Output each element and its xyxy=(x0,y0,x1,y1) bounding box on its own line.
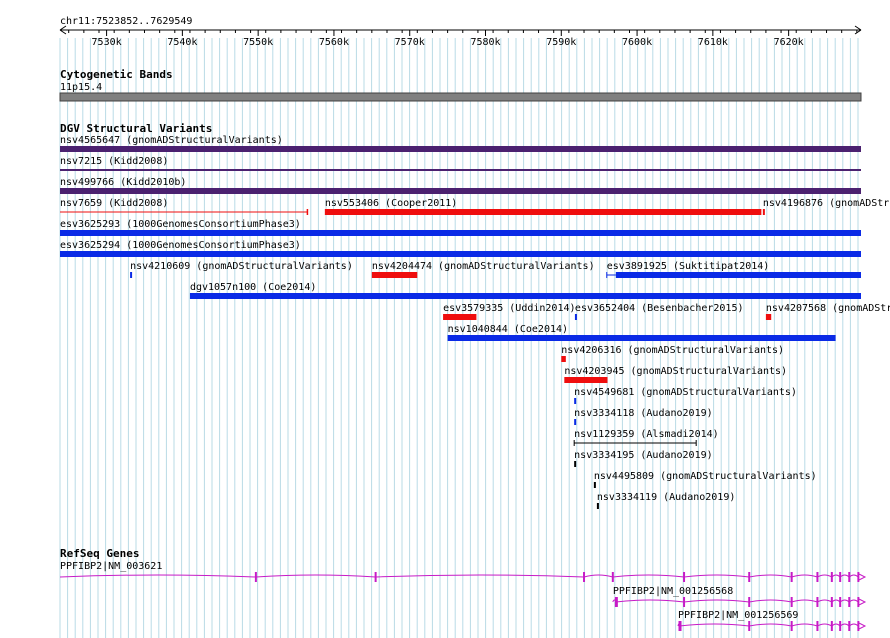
exon xyxy=(839,621,842,631)
dgv-variant-label: nsv4495809 (gnomADStructuralVariants) xyxy=(594,471,817,482)
exon xyxy=(583,572,586,582)
refseq-track-title: RefSeq Genes xyxy=(60,547,139,560)
ruler-location: chr11:7523852..7629549 xyxy=(60,16,192,27)
exon xyxy=(848,597,851,607)
exon xyxy=(790,572,793,582)
exon xyxy=(790,597,793,607)
ruler-tick-label: 7530k xyxy=(92,37,122,48)
refseq-transcript-label: PPFIBP2|NM_001256568 xyxy=(613,586,733,597)
exon xyxy=(254,572,257,582)
dgv-variant-label: esv3625294 (1000GenomesConsortiumPhase3) xyxy=(60,240,301,251)
exon xyxy=(830,572,833,582)
refseq-transcript-label: PPFIBP2|NM_001256569 xyxy=(678,610,798,621)
exon xyxy=(857,621,860,631)
cytoband-bar[interactable] xyxy=(59,92,862,102)
dgv-variant[interactable]: nsv7215 (Kidd2008) xyxy=(60,156,861,171)
dgv-variant-label: nsv4206316 (gnomADStructuralVariants) xyxy=(561,345,784,356)
dgv-track-title: DGV Structural Variants xyxy=(60,122,212,135)
dgv-variant[interactable]: esv3652404 (Besenbacher2015) xyxy=(574,303,744,320)
cytoband-label: 11p15.4 xyxy=(60,82,102,93)
dgv-track: DGV Structural Variants nsv4565647 (gnom… xyxy=(60,122,890,509)
dgv-variant-label: nsv4210609 (gnomADStructuralVariants) xyxy=(130,261,353,272)
exon xyxy=(857,572,860,582)
dgv-variant-label: nsv1129359 (Alsmadi2014) xyxy=(574,429,719,440)
dgv-variant-label: nsv1040844 (Coe2014) xyxy=(448,324,568,335)
dgv-variant[interactable]: esv3625293 (1000GenomesConsortiumPhase3) xyxy=(60,219,861,236)
dgv-variant[interactable]: nsv3334195 (Audano2019) xyxy=(574,450,713,467)
dgv-variant-label: nsv4207568 (gnomADStru xyxy=(766,303,890,314)
dgv-variant-label: nsv4203945 (gnomADStructuralVariants) xyxy=(564,366,787,377)
dgv-variant[interactable]: nsv4210609 (gnomADStructuralVariants) xyxy=(130,261,353,278)
dgv-variant[interactable]: nsv4206316 (gnomADStructuralVariants) xyxy=(561,345,784,362)
ruler-track: chr11:7523852..7629549 7530k 7540k 7550k 75… xyxy=(59,16,862,48)
dgv-variant-label: esv3625293 (1000GenomesConsortiumPhase3) xyxy=(60,219,301,230)
ruler-tick-label: 7600k xyxy=(622,37,652,48)
dgv-variant[interactable]: esv3625294 (1000GenomesConsortiumPhase3) xyxy=(60,240,861,257)
dgv-variant[interactable]: nsv1040844 (Coe2014) xyxy=(447,324,836,341)
dgv-variant-label: esv3891925 (Suktitipat2014) xyxy=(607,261,770,272)
dgv-variant-label: nsv4196876 (gnomADStru xyxy=(763,198,890,209)
exon xyxy=(830,621,833,631)
exon xyxy=(848,621,851,631)
dgv-variant-label: nsv499766 (Kidd2010b) xyxy=(60,177,186,188)
exon xyxy=(683,597,686,607)
ruler-tick-label: 7610k xyxy=(698,37,728,48)
exon xyxy=(790,621,793,631)
exon xyxy=(614,597,618,607)
dgv-variant-label: nsv4565647 (gnomADStructuralVariants) xyxy=(60,135,283,146)
exon xyxy=(611,572,614,582)
ruler-tick-label: 7550k xyxy=(243,37,273,48)
dgv-variant-label: esv3579335 (Uddin2014) xyxy=(443,303,575,314)
dgv-variant[interactable]: nsv4565647 (gnomADStructuralVariants) xyxy=(60,135,861,152)
exon xyxy=(678,621,682,631)
exon xyxy=(748,597,751,607)
dgv-variant[interactable]: nsv3334118 (Audano2019) xyxy=(574,408,713,425)
ruler-tick-label: 7540k xyxy=(167,37,197,48)
dgv-variant-label: esv3652404 (Besenbacher2015) xyxy=(575,303,744,314)
exon xyxy=(830,597,833,607)
dgv-variant[interactable]: nsv553406 (Cooper2011) xyxy=(324,198,762,215)
exon xyxy=(839,572,842,582)
dgv-variant-label: nsv553406 (Cooper2011) xyxy=(325,198,457,209)
dgv-variant[interactable]: esv3579335 (Uddin2014) xyxy=(443,303,576,320)
dgv-variant-label: nsv3334195 (Audano2019) xyxy=(574,450,712,461)
exon xyxy=(683,572,686,582)
dgv-variant-label: nsv4549681 (gnomADStructuralVariants) xyxy=(574,387,797,398)
exon xyxy=(848,572,851,582)
cytoband-track: Cytogenetic Bands 11p15.4 xyxy=(59,68,862,102)
exon xyxy=(816,621,819,631)
dgv-variant[interactable]: nsv4495809 (gnomADStructuralVariants) xyxy=(593,471,817,488)
exon xyxy=(816,597,819,607)
intron-line xyxy=(612,599,859,603)
dgv-variant-label: dgv1057n100 (Coe2014) xyxy=(190,282,316,293)
cytoband-track-title: Cytogenetic Bands xyxy=(60,68,173,81)
ruler-tick-label: 7590k xyxy=(546,37,576,48)
dgv-variant-label: nsv4204474 (gnomADStructuralVariants) xyxy=(372,261,595,272)
dgv-variant-label: nsv3334119 (Audano2019) xyxy=(597,492,735,503)
dgv-variant-label: nsv3334118 (Audano2019) xyxy=(574,408,712,419)
exon xyxy=(748,621,751,631)
ruler-tick-label: 7580k xyxy=(470,37,500,48)
dgv-variant[interactable]: dgv1057n100 (Coe2014) xyxy=(189,282,862,299)
dgv-variant-label: nsv7659 (Kidd2008) xyxy=(60,198,168,209)
exon xyxy=(374,572,377,582)
ruler-tick-label: 7570k xyxy=(395,37,425,48)
ruler-tick-label: 7560k xyxy=(319,37,349,48)
dgv-variant[interactable]: nsv3334119 (Audano2019) xyxy=(596,492,735,509)
exon xyxy=(748,572,751,582)
refseq-transcript-label: PPFIBP2|NM_003621 xyxy=(60,561,162,572)
ruler-tick-label: 7620k xyxy=(774,37,804,48)
genome-browser[interactable]: chr11:7523852..7629549 7530k 7540k 7550k 75… xyxy=(0,0,890,638)
exon xyxy=(839,597,842,607)
exon xyxy=(857,597,860,607)
dgv-variant[interactable]: nsv7659 (Kidd2008) xyxy=(60,198,309,215)
dgv-variant-label: nsv7215 (Kidd2008) xyxy=(60,156,168,167)
exon xyxy=(816,572,819,582)
dgv-variant[interactable]: nsv499766 (Kidd2010b) xyxy=(60,177,861,194)
dgv-variant[interactable]: nsv1129359 (Alsmadi2014) xyxy=(573,429,719,446)
intron-line xyxy=(59,574,859,578)
dgv-variant[interactable]: esv3891925 (Suktitipat2014) xyxy=(606,261,861,278)
